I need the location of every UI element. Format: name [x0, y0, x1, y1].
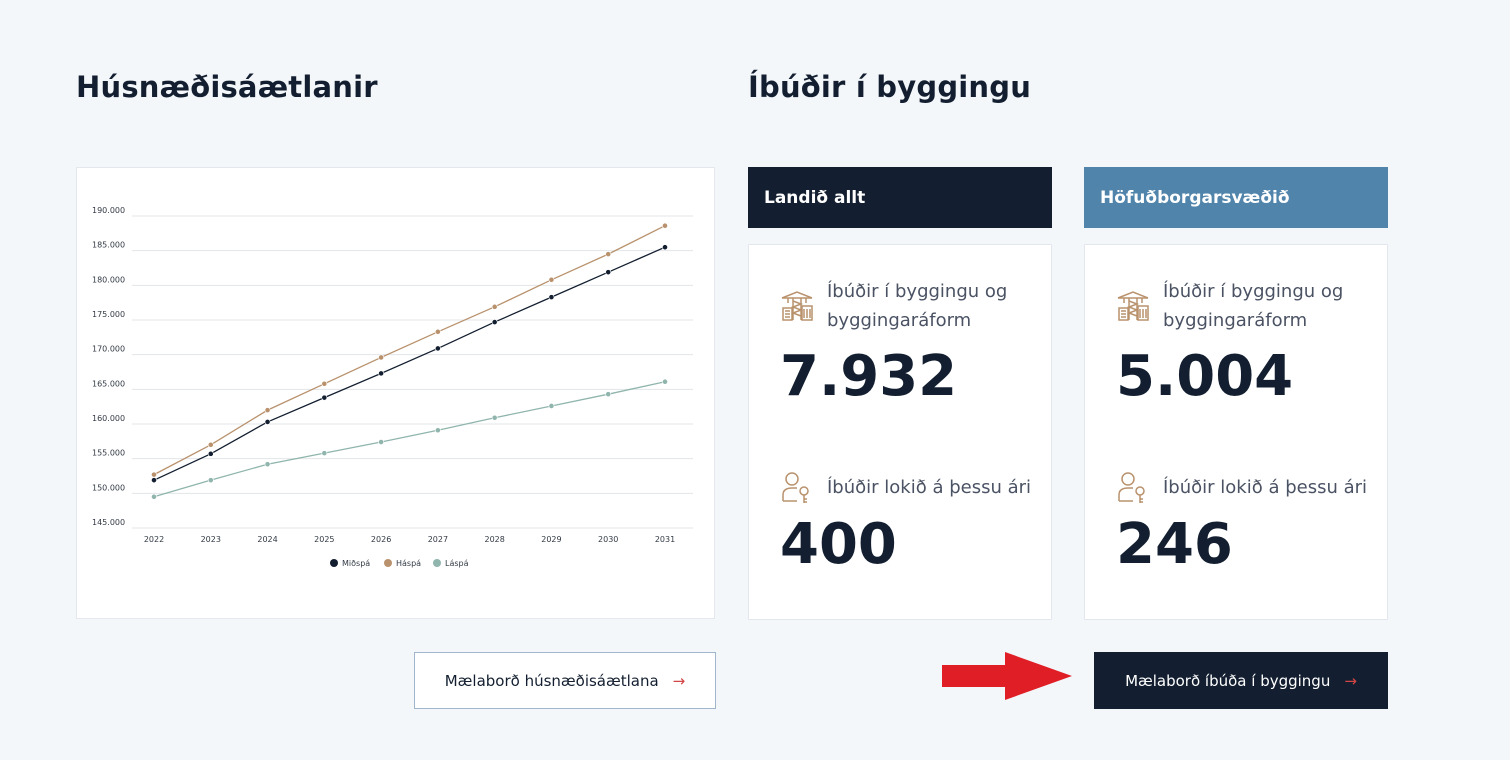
x-tick-label: 2026: [371, 535, 391, 544]
x-tick-label: 2025: [314, 535, 334, 544]
data-point: [548, 276, 555, 283]
data-point: [548, 403, 555, 409]
under-construction-value: 5.004: [1116, 344, 1294, 409]
data-point: [378, 354, 385, 361]
data-point: [434, 345, 441, 352]
data-point: [151, 477, 157, 484]
y-tick-label: 145.000: [92, 518, 125, 527]
data-point: [321, 394, 328, 401]
x-tick-label: 2023: [201, 535, 221, 544]
y-tick-label: 155.000: [92, 449, 125, 458]
arrow-right-icon: →: [1344, 671, 1357, 690]
legend-label: Láspá: [445, 559, 469, 568]
stat-card-whole-country: Íbúðir í byggingu og byggingaráform 7.93…: [748, 244, 1052, 620]
completed-value: 246: [1116, 512, 1233, 577]
data-point: [662, 244, 668, 251]
building-crane-icon: [1117, 291, 1149, 321]
person-key-icon: [1118, 472, 1145, 503]
plans-heading: Húsnæðisáætlanir: [76, 70, 378, 104]
data-point: [264, 407, 271, 414]
data-point: [321, 450, 328, 457]
y-tick-label: 165.000: [92, 379, 125, 388]
tab-label: Höfuðborgarsvæðið: [1100, 187, 1290, 208]
data-point: [207, 450, 214, 457]
completed-value: 400: [780, 512, 897, 577]
data-point: [434, 427, 441, 434]
y-tick-label: 190.000: [92, 206, 125, 215]
x-tick-label: 2027: [428, 535, 448, 544]
x-tick-label: 2022: [144, 535, 164, 544]
data-point: [491, 303, 498, 310]
under-construction-label: Íbúðir í byggingu og byggingaráform: [827, 281, 1008, 331]
legend-label: Miðspá: [342, 559, 370, 568]
data-point: [378, 439, 385, 445]
x-tick-label: 2024: [257, 535, 277, 544]
data-point: [662, 378, 668, 385]
data-point: [662, 222, 668, 229]
legend-marker: [433, 559, 441, 567]
data-point: [491, 414, 498, 421]
tab-whole-country[interactable]: Landið allt: [748, 167, 1052, 228]
data-point: [207, 477, 214, 484]
under-construction-value: 7.932: [780, 344, 958, 409]
data-point: [151, 471, 157, 478]
data-point: [605, 251, 612, 258]
data-point: [264, 461, 271, 468]
data-point: [264, 419, 271, 425]
x-tick-label: 2031: [655, 535, 675, 544]
data-point: [151, 493, 157, 500]
y-tick-label: 180.000: [92, 275, 125, 284]
y-tick-label: 185.000: [92, 241, 125, 250]
data-point: [491, 319, 498, 325]
data-point: [605, 391, 612, 398]
legend-label: Háspá: [396, 559, 421, 568]
arrow-right-icon: →: [672, 671, 686, 690]
data-point: [605, 269, 612, 276]
person-key-icon: [782, 472, 809, 503]
x-tick-label: 2029: [541, 535, 561, 544]
series-line: [153, 381, 666, 498]
construction-dashboard-button[interactable]: Mælaborð íbúða í byggingu →: [1094, 652, 1388, 709]
x-tick-label: 2028: [484, 535, 504, 544]
construction-heading: Íbúðir í byggingu: [748, 70, 1032, 104]
y-tick-label: 175.000: [92, 310, 125, 319]
chart-canvas: 145.000 150.000 155.000 160.000 165.000 170.0…: [92, 206, 693, 568]
under-construction-label: Íbúðir í byggingu og byggingaráform: [1163, 281, 1344, 331]
y-tick-label: 160.000: [92, 414, 125, 423]
tab-label: Landið allt: [764, 187, 866, 208]
x-tick-label: 2030: [598, 535, 618, 544]
completed-label: Íbúðir lokið á þessu ári: [827, 477, 1032, 498]
data-point: [378, 370, 385, 377]
series-line: [153, 225, 666, 476]
y-tick-label: 150.000: [92, 483, 125, 492]
stat-card-capital-region: Íbúðir í byggingu og byggingaráform 5.00…: [1084, 244, 1388, 620]
data-point: [434, 328, 441, 335]
button-label: Mælaborð húsnæðisáætlana: [444, 671, 659, 690]
housing-plans-chart: 145.000 150.000 155.000 160.000 165.000 170.0…: [76, 167, 715, 619]
data-point: [321, 380, 328, 387]
completed-label: Íbúðir lokið á þessu ári: [1163, 477, 1368, 498]
legend-marker: [384, 559, 392, 567]
button-label: Mælaborð íbúða í byggingu: [1125, 671, 1331, 690]
housing-plans-dashboard-button[interactable]: Mælaborð húsnæðisáætlana →: [414, 652, 716, 709]
series-line: [153, 246, 666, 481]
y-tick-label: 170.000: [92, 345, 125, 354]
legend-marker: [330, 559, 338, 567]
data-point: [207, 441, 214, 448]
building-crane-icon: [781, 291, 813, 321]
red-pointer-arrow-icon: [942, 652, 1072, 700]
data-point: [548, 294, 555, 301]
tab-capital-region[interactable]: Höfuðborgarsvæðið: [1084, 167, 1388, 228]
